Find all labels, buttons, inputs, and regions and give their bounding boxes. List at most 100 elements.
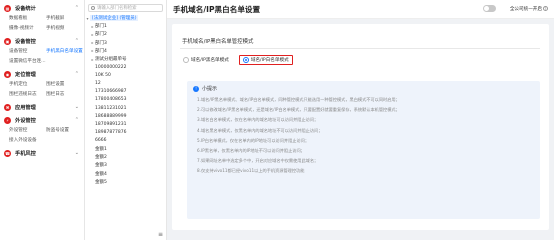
tree-folder-label: 部门1: [95, 24, 107, 30]
nav-header-label: 应用管理: [15, 105, 36, 111]
tips-header: ! 小提示: [193, 85, 534, 92]
tree-item-label: 17310666987: [95, 89, 127, 95]
chevron-up-icon: ⌃: [74, 38, 79, 44]
search-icon: [91, 6, 95, 10]
tree-item-label: 17800408653: [95, 97, 127, 103]
search-placeholder: 请输入部门名称检索: [97, 6, 137, 11]
nav-group-location: ◉ 定位管理 ⌃ 手机定位 围栏设置 围栏违规日志 围栏日志: [0, 66, 84, 99]
nav-item-camera[interactable]: 摄像-视频计: [9, 25, 46, 31]
nav-item-screenshot[interactable]: 手机截屏: [46, 15, 83, 21]
tip-line: 6.IP黑名单，仅黑名单内的IP地址不可以访问并阻止访问；: [197, 147, 305, 153]
tip-line: 4.域名黑名单模式，仅黑名单内的域名地址不可以访问并阻止访问；: [197, 127, 323, 133]
tree-item[interactable]: 金额5: [85, 178, 166, 186]
section-title: 手机域名/IP黑白名单管控模式: [182, 39, 254, 45]
nav-header-phone-risk[interactable]: ☎ 手机风控 ⌄: [0, 149, 84, 158]
nav-header-label: 设备统计: [15, 6, 36, 12]
tip-line: 2.可以修改域名/IP黑名单模式，还是域名/IP白名单模式，只要配置好就要重复保…: [197, 107, 400, 113]
department-search-input[interactable]: 请输入部门名称检索: [88, 4, 163, 12]
nav-item-video[interactable]: 手机视频: [46, 25, 83, 31]
nav-item-wechat-platform[interactable]: 设置微信平台连...: [9, 58, 79, 64]
tip-line: 7.如果网址名单中选定多个中，开启对应域名中仅需使用此域名；: [197, 158, 319, 164]
nav-row: 摄像-视频计 手机视频: [0, 23, 84, 33]
nav-row: 接入外设设备: [0, 135, 84, 145]
nav-row: 外设管控 防盗号设置: [0, 125, 84, 135]
tree-folder-label: 部门3: [95, 40, 107, 46]
tree-item[interactable]: 17310666987: [85, 88, 166, 96]
nav-header-app-management[interactable]: ⌘ 应用管理 ⌄: [0, 103, 84, 112]
tree-item[interactable]: 6666: [85, 137, 166, 145]
nav-header-device-control[interactable]: ▣ 设备管控 ⌃: [0, 37, 84, 46]
divider: [180, 48, 540, 49]
nav-group-apps: ⌘ 应用管理 ⌄: [0, 99, 84, 112]
tree-item[interactable]: 金额1: [85, 145, 166, 153]
chevron-up-icon: ⌃: [74, 117, 79, 123]
tree-folder-label: 部门2: [95, 32, 107, 38]
tree-root-label: [法测试企业] (管理员): [90, 15, 139, 22]
nav-header-device-stats[interactable]: ▦ 设备统计 ⌃: [0, 4, 84, 13]
tree-item[interactable]: 17800408653: [85, 96, 166, 104]
tree-root[interactable]: ▾ [法测试企业] (管理员): [85, 14, 166, 22]
tree-item[interactable]: 10000000222: [85, 63, 166, 71]
tree-item[interactable]: 18688889999: [85, 112, 166, 120]
nav-item-peripheral-control[interactable]: 外设管控: [9, 127, 46, 133]
radio-circle-checked: [242, 56, 249, 63]
chevron-up-icon: ⌃: [74, 71, 79, 77]
nav-header-location[interactable]: ◉ 定位管理 ⌃: [0, 70, 84, 79]
tree-folder[interactable]: ▸ 测试分组最单号: [85, 55, 166, 63]
help-icon[interactable]: ?: [543, 6, 548, 11]
tree-folder[interactable]: ▸ 部门4: [85, 47, 166, 55]
tree-item[interactable]: 金额2: [85, 153, 166, 161]
tip-line: 5.IP白名单模式，仅在名单内的IP地址可以访问并阻止访问；: [197, 137, 310, 143]
nav-group-peripheral: ⚡ 外设管控 ⌃ 外设管控 防盗号设置 接入外设设备: [0, 112, 84, 145]
tree-folder[interactable]: ▸ 部门2: [85, 30, 166, 38]
nav-item-dashboard[interactable]: 数据看板: [9, 15, 46, 21]
radio-circle: [183, 56, 189, 63]
tree-item-label: 18709891231: [95, 122, 127, 128]
tree-item-label: 金额1: [95, 147, 107, 153]
tree-item[interactable]: 13811231021: [85, 104, 166, 112]
tree-folder[interactable]: ▸ 部门3: [85, 39, 166, 47]
tree-item[interactable]: 金额3: [85, 161, 166, 169]
nav-header-label: 设备管控: [15, 39, 36, 45]
tree-folder[interactable]: ▸ 部门1: [85, 22, 166, 30]
collapse-menu-icon[interactable]: ≡: [158, 231, 163, 238]
chevron-up-icon: ⌃: [74, 5, 79, 11]
nav-row: 围栏违规日志 围栏日志: [0, 89, 84, 99]
nav-item-device-control[interactable]: 设备管控: [9, 48, 46, 54]
tree-item-label: 金额5: [95, 179, 107, 185]
nav-item-blackwhite-list[interactable]: 手机黑白名单设置: [46, 48, 83, 54]
department-tree: 请输入部门名称检索 ▾ [法测试企业] (管理员) ▸ 部门1 ▸ 部门2 ▸ …: [85, 0, 167, 240]
tree-item[interactable]: 10K 50: [85, 71, 166, 79]
tip-line: 3.域名白名单模式，仅在名单内的域名地址可以访问并阻止访问；: [197, 117, 319, 123]
nav-item-fence-violation-log[interactable]: 围栏违规日志: [9, 91, 46, 97]
nav-header-label: 手机风控: [15, 151, 36, 157]
radio-label: 域名/IP黑名单模式: [191, 57, 229, 63]
nav-header-peripheral[interactable]: ⚡ 外设管控 ⌃: [0, 116, 84, 125]
chevron-down-icon: ⌄: [74, 150, 79, 156]
tree-item[interactable]: 12: [85, 80, 166, 88]
nav-row: 数据看板 手机截屏: [0, 13, 84, 23]
network-icon: ⌘: [4, 104, 11, 111]
device-icon: ▣: [4, 38, 11, 45]
nav-item-fence-setting[interactable]: 围栏设置: [46, 81, 83, 87]
tree-item[interactable]: 18987877876: [85, 129, 166, 137]
tree-item[interactable]: 18709891231: [85, 120, 166, 128]
location-icon: ◉: [4, 71, 11, 78]
radio-blacklist-mode[interactable]: 域名/IP黑名单模式: [183, 56, 229, 63]
tree-item-label: 10000000222: [95, 64, 127, 70]
phone-icon: ☎: [4, 150, 11, 157]
tree-item[interactable]: 金额4: [85, 170, 166, 178]
tree-item-label: 12: [95, 81, 101, 87]
nav-item-external-device[interactable]: 接入外设设备: [9, 137, 79, 143]
tip-line: 1.域名/IP黑名单模式、域名/IP白名单模式，同种管控模式只能选用一种管控模式…: [197, 97, 400, 102]
tips-title: 小提示: [202, 86, 218, 92]
nav-item-phone-location[interactable]: 手机定位: [9, 81, 46, 87]
nav-item-anti-theft[interactable]: 防盗号设置: [46, 127, 83, 133]
selected-highlight-box: 域名/IP白名单模式: [238, 54, 293, 65]
nav-header-label: 外设管控: [15, 118, 36, 124]
radio-whitelist-mode[interactable]: 域名/IP白名单模式: [242, 56, 289, 63]
tree-folder-label: 部门4: [95, 48, 107, 54]
nav-item-fence-log[interactable]: 围栏日志: [46, 91, 83, 97]
company-unified-toggle[interactable]: [483, 5, 496, 12]
nav-row: 设置微信平台连...: [0, 56, 84, 66]
